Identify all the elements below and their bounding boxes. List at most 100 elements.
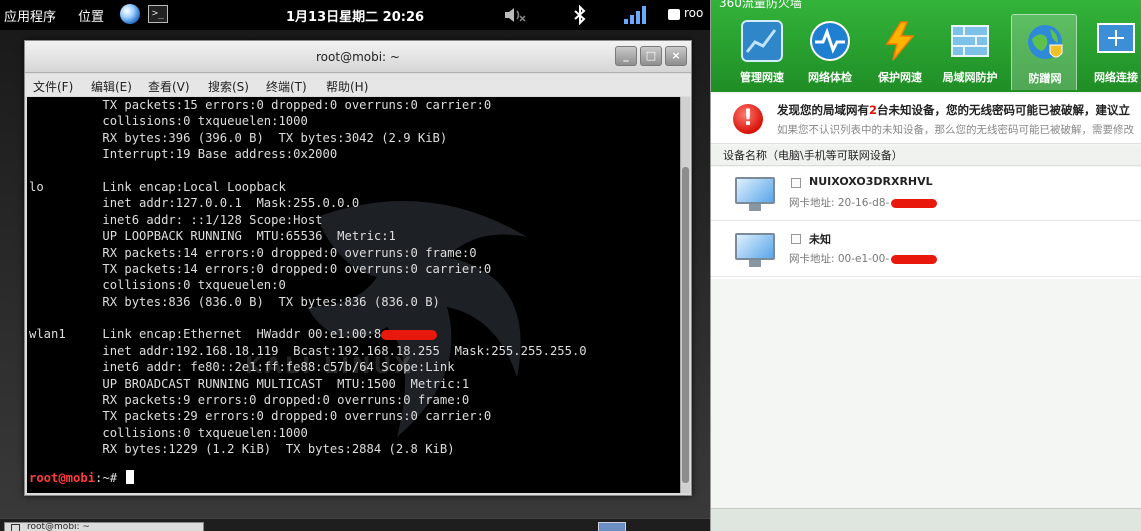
device-list: NUIXOXO3DRXRHVL 网卡地址: 20-16-d8- 未知 网卡地址:… (711, 167, 1141, 279)
menu-help[interactable]: 帮助(H) (326, 78, 368, 95)
terminal-line: inet addr:192.168.18.119 Bcast:192.168.1… (29, 343, 587, 358)
terminal-line: RX bytes:1229 (1.2 KiB) TX bytes:2884 (2… (29, 442, 455, 457)
terminal-scrollbar[interactable] (680, 97, 690, 493)
menu-edit[interactable]: 编辑(E) (91, 78, 132, 95)
alert-message: 发现您的局域网有2台未知设备，您的无线密码可能已被破解，建议立 (777, 103, 1131, 117)
tab-protect-speed[interactable]: 保护网速 (867, 14, 933, 90)
user-icon (668, 9, 680, 20)
terminal-line: TX packets:15 errors:0 dropped:0 overrun… (29, 98, 492, 112)
alert-description: 如果您不认识列表中的未知设备，那么您的无线密码可能已被破解，需要修改 (777, 124, 1134, 136)
bluetooth-icon[interactable] (574, 5, 586, 25)
menu-file[interactable]: 文件(F) (33, 78, 73, 95)
firewall-wall-icon (951, 25, 989, 57)
scrollbar-thumb[interactable] (682, 167, 689, 483)
globe-shield-icon (1028, 25, 1063, 59)
network-signal-icon[interactable] (624, 6, 648, 24)
browser-launcher-icon[interactable] (120, 4, 140, 24)
device-name: NUIXOXO3DRXRHVL (809, 175, 933, 188)
prompt-user: root@mobi (29, 471, 96, 485)
device-name: 未知 (809, 233, 831, 246)
top-panel: 应用程序 位置 >_ 1月13日星期二 20:26 roo (0, 0, 710, 30)
terminal-line: UP BROADCAST RUNNING MULTICAST MTU:1500 … (29, 376, 470, 391)
speed-chart-icon (741, 20, 783, 62)
unknown-device-alert: ! 发现您的局域网有2台未知设备，您的无线密码可能已被破解，建议立 如果您不认识… (711, 94, 1141, 144)
minimize-button[interactable]: _ (615, 46, 637, 66)
terminal-line: inet6 addr: fe80::2e1:ff:fe88:c57b/64 Sc… (29, 360, 455, 375)
terminal-window: root@mobi: ~ _ □ × 文件(F) 编辑(E) 查看(V) 搜索(… (24, 40, 692, 496)
terminal-line: lo Link encap:Local Loopback (29, 179, 286, 194)
tab-network-connection[interactable]: 网络连接 (1083, 14, 1141, 90)
terminal-titlebar[interactable]: root@mobi: ~ _ □ × (25, 41, 691, 73)
computer-monitor-icon (735, 177, 775, 211)
device-mac: 网卡地址: 00-e1-00- (789, 251, 938, 266)
terminal-line: RX packets:14 errors:0 dropped:0 overrun… (29, 245, 477, 260)
device-row[interactable]: 未知 网卡地址: 00-e1-00- (711, 223, 1141, 277)
terminal-prompt[interactable]: root@mobi:~# (27, 470, 135, 486)
redaction-mark (381, 329, 438, 340)
terminal-line: collisions:0 txqueuelen:1000 (29, 114, 308, 129)
places-menu[interactable]: 位置 (78, 6, 104, 25)
terminal-line: collisions:0 txqueuelen:1000 (29, 425, 308, 440)
linux-desktop: 应用程序 位置 >_ 1月13日星期二 20:26 roo root@mobi:… (0, 0, 710, 531)
prompt-path: :~# (95, 471, 118, 485)
terminal-icon (11, 524, 20, 531)
device-mac: 网卡地址: 20-16-d8- (789, 195, 938, 210)
computer-monitor-icon (735, 233, 775, 267)
bottom-panel: root@mobi: ~ (0, 518, 710, 531)
edit-name-icon[interactable] (791, 234, 801, 244)
tab-lan-protection[interactable]: 局域网防护 (937, 14, 1003, 90)
terminal-line: Interrupt:19 Base address:0x2000 (29, 147, 338, 162)
lightning-shield-icon (885, 21, 915, 61)
device-row[interactable]: NUIXOXO3DRXRHVL 网卡地址: 20-16-d8- (711, 167, 1141, 221)
taskbar-item-label: root@mobi: ~ (27, 522, 90, 531)
menu-view[interactable]: 查看(V) (148, 78, 190, 95)
workspace-switcher[interactable] (598, 522, 626, 531)
tab-manage-speed[interactable]: 管理网速 (729, 14, 795, 90)
user-menu[interactable]: roo (684, 6, 703, 20)
firewall-title: 360流量防火墙 (719, 0, 802, 10)
text-cursor (126, 470, 135, 484)
edit-name-icon[interactable] (791, 178, 801, 188)
terminal-line: RX packets:9 errors:0 dropped:0 overruns… (29, 393, 470, 408)
terminal-output: TX packets:15 errors:0 dropped:0 overrun… (27, 97, 587, 458)
tab-label: 局域网防护 (942, 71, 998, 84)
clock[interactable]: 1月13日星期二 20:26 (286, 6, 424, 25)
network-connection-icon (1097, 23, 1135, 53)
applications-menu[interactable]: 应用程序 (4, 6, 56, 25)
terminal-line: collisions:0 txqueuelen:0 (29, 278, 286, 293)
terminal-line: wlan1 Link encap:Ethernet HWaddr 00:e1:0… (29, 326, 587, 342)
redaction-mark (891, 198, 938, 208)
tab-label: 防蹭网 (1028, 72, 1062, 85)
firewall-status-bar (711, 508, 1141, 531)
terminal-title: root@mobi: ~ (316, 50, 400, 64)
terminal-line: RX bytes:836 (836.0 B) TX bytes:836 (836… (29, 294, 440, 309)
unknown-device-count: 2 (869, 103, 878, 117)
terminal-line: inet addr:127.0.0.1 Mask:255.0.0.0 (29, 196, 360, 211)
alert-exclamation-icon: ! (733, 104, 763, 134)
redaction-mark (891, 254, 938, 264)
menu-terminal[interactable]: 终端(T) (266, 78, 307, 95)
terminal-screen[interactable]: KALI LINUX TX packets:15 errors:0 droppe… (27, 97, 681, 493)
terminal-line: UP LOOPBACK RUNNING MTU:65536 Metric:1 (29, 229, 396, 244)
tab-label: 保护网速 (878, 71, 922, 84)
terminal-menubar: 文件(F) 编辑(E) 查看(V) 搜索(S) 终端(T) 帮助(H) (25, 74, 691, 96)
terminal-line: inet6 addr: ::1/128 Scope:Host (29, 212, 323, 227)
firewall-window: 360流量防火墙 管理网速 网络体检 保护网速 局域网防护 防蹭网 网络连接 !… (710, 0, 1141, 531)
tab-network-check[interactable]: 网络体检 (797, 14, 863, 90)
menu-search[interactable]: 搜索(S) (208, 78, 249, 95)
terminal-launcher-icon[interactable]: >_ (148, 5, 168, 23)
firewall-header: 360流量防火墙 管理网速 网络体检 保护网速 局域网防护 防蹭网 网络连接 (711, 0, 1141, 92)
tab-anti-freeload[interactable]: 防蹭网 (1011, 14, 1077, 90)
tab-label: 网络连接 (1094, 71, 1138, 84)
maximize-button[interactable]: □ (640, 46, 662, 66)
tab-label: 管理网速 (740, 71, 784, 84)
device-list-header: 设备名称（电脑\手机等可联网设备） (711, 146, 1141, 166)
close-button[interactable]: × (665, 46, 687, 66)
tab-label: 网络体检 (808, 71, 852, 84)
taskbar-terminal-item[interactable]: root@mobi: ~ (4, 522, 204, 531)
volume-icon[interactable] (505, 7, 527, 23)
terminal-line: TX packets:14 errors:0 dropped:0 overrun… (29, 261, 492, 276)
window-controls: _ □ × (612, 46, 687, 66)
